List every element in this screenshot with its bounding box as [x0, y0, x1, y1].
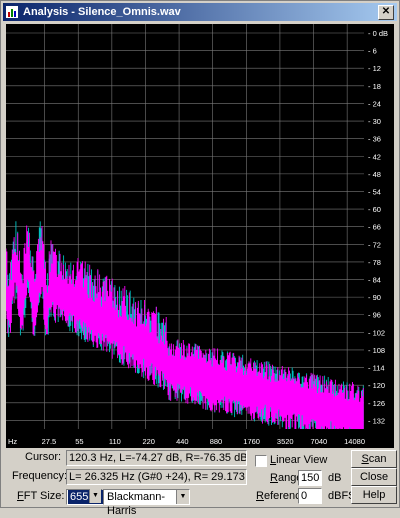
x-tick-label: 14080 [344, 437, 365, 446]
y-tick-label: - 132 [368, 416, 385, 425]
x-tick-label: 55 [75, 437, 83, 446]
frequency-readout: L= 26.325 Hz (G#0 +24), R= 29.173 Hz (A#… [66, 469, 247, 485]
y-tick-label: - 66 [368, 223, 381, 232]
y-tick-label: - 24 [368, 99, 381, 108]
y-tick-label: - 54 [368, 187, 381, 196]
window-title: Analysis - Silence_Omnis.wav [23, 6, 181, 18]
y-tick-label: - 78 [368, 258, 381, 267]
y-tick-label: - 120 [368, 381, 385, 390]
fft-size-label: FFT Size: [17, 490, 65, 502]
x-tick-label: 7040 [311, 437, 328, 446]
scan-text: can [368, 453, 387, 465]
scan-mnemonic: S [361, 453, 369, 465]
close-window-button[interactable]: ✕ [378, 5, 394, 20]
x-tick-label: Hz [8, 437, 17, 446]
y-tick-label: - 36 [368, 135, 381, 144]
y-tick-label: - 114 [368, 364, 385, 373]
y-tick-label: - 0 dB [368, 29, 388, 38]
range-mnemonic: R [270, 472, 278, 484]
y-tick-label: - 48 [368, 170, 381, 179]
linear-view-checkbox[interactable] [255, 455, 267, 467]
help-button[interactable]: Help [351, 486, 397, 504]
frequency-label: Frequency: [12, 470, 68, 482]
cursor-readout: 120.3 Hz, L=-74.27 dB, R=-76.35 dB [66, 450, 247, 466]
linear-view-text: inear View [276, 454, 328, 466]
chevron-down-icon: ▼ [176, 490, 189, 504]
reference-mnemonic: R [256, 490, 264, 502]
y-tick-label: - 12 [368, 64, 381, 73]
x-tick-label: 440 [176, 437, 189, 446]
x-tick-label: 110 [109, 437, 121, 446]
close-icon: ✕ [381, 6, 391, 17]
window-function-select[interactable]: Blackmann-Harris ▼ [103, 489, 190, 517]
fft-size-label-text: FT Size: [23, 490, 65, 502]
range-input[interactable]: 150 [298, 470, 322, 486]
scan-button[interactable]: Scan [351, 450, 397, 468]
y-tick-label: - 90 [368, 293, 381, 302]
x-tick-label: 3520 [277, 437, 294, 446]
cursor-label: Cursor: [25, 451, 62, 463]
y-tick-label: - 6 [368, 47, 377, 56]
range-unit: dB [328, 472, 342, 484]
title-bar: Analysis - Silence_Omnis.wav ✕ [3, 3, 397, 21]
x-tick-label: 880 [210, 437, 223, 446]
x-tick-label: 1760 [243, 437, 260, 446]
x-tick-label: 27.5 [42, 437, 57, 446]
analysis-controls-panel: Cursor: 120.3 Hz, L=-74.27 dB, R=-76.35 … [1, 448, 400, 517]
y-tick-label: - 18 [368, 82, 381, 91]
y-tick-label: - 42 [368, 152, 381, 161]
close-button[interactable]: Close [351, 468, 397, 486]
y-tick-label: - 102 [368, 328, 385, 337]
spectrum-plot[interactable]: - 0 dB - 6 - 12 - 18 - 24 - 30 - 36 - 42 - 48 - 5… [6, 24, 394, 448]
y-tick-label: - 30 [368, 117, 381, 126]
y-tick-label: - 84 [368, 276, 381, 285]
linear-view-label: Linear View [270, 454, 327, 466]
fft-size-label-mnemonic: F [17, 490, 24, 502]
fft-size-dropdown[interactable]: ▼ [88, 489, 101, 503]
chevron-down-icon: ▼ [89, 489, 101, 503]
y-tick-label: - 96 [368, 311, 381, 320]
reference-input[interactable]: 0 [298, 488, 322, 504]
analysis-window: Analysis - Silence_Omnis.wav ✕ - 0 dB - 6… [0, 0, 400, 517]
app-icon [6, 6, 18, 18]
y-tick-label: - 126 [368, 399, 385, 408]
x-tick-label: 220 [142, 437, 155, 446]
y-tick-label: - 60 [368, 205, 381, 214]
y-tick-label: - 72 [368, 240, 381, 249]
y-tick-label: - 108 [368, 346, 385, 355]
